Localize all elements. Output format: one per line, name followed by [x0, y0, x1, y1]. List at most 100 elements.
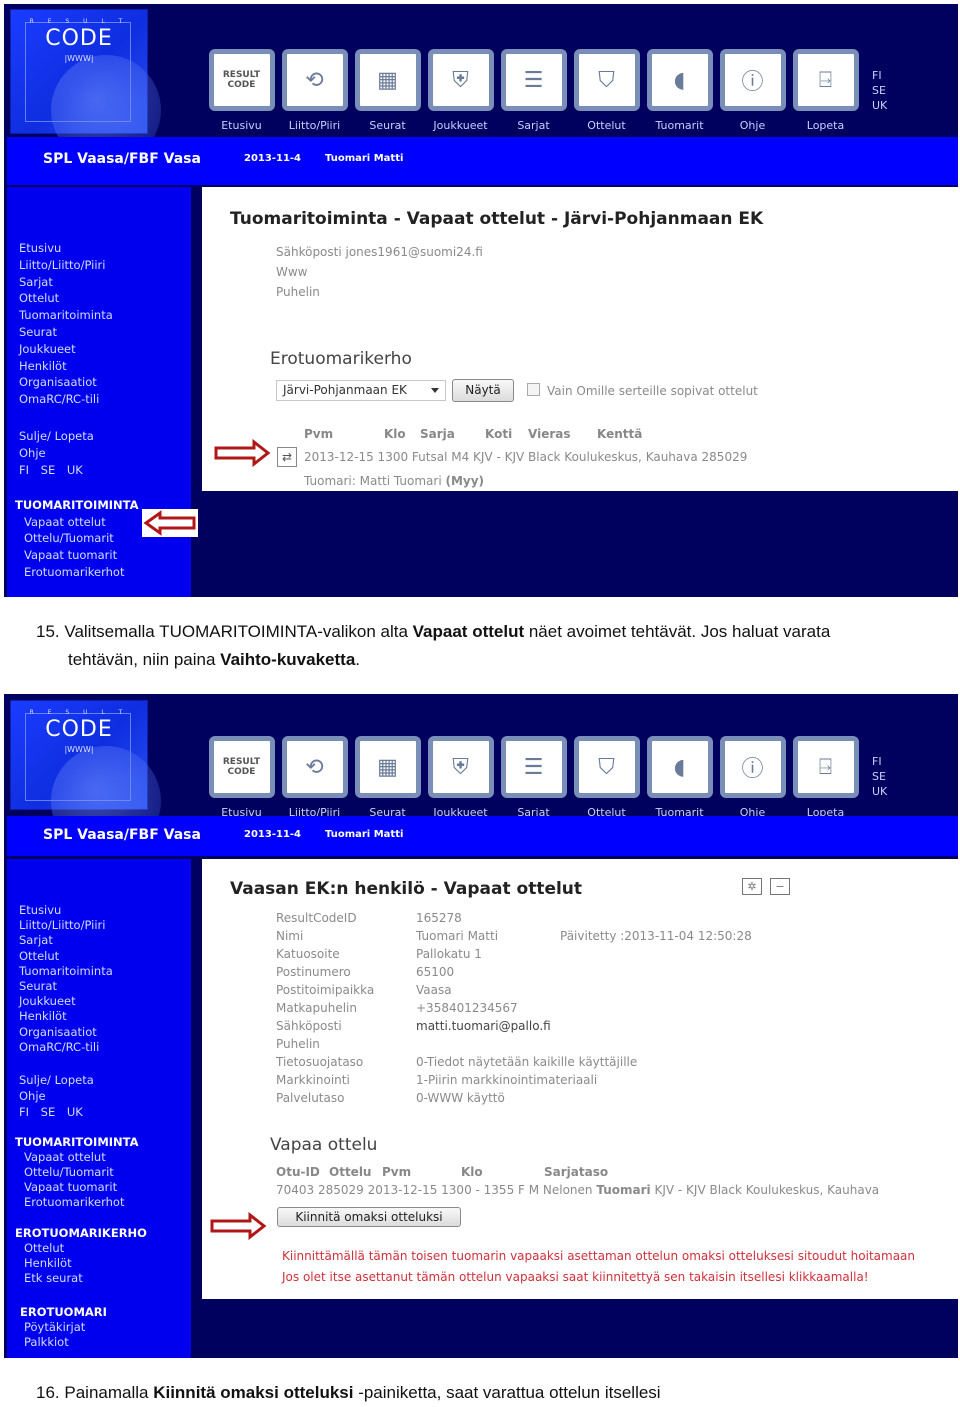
- topnav-joukkueet[interactable]: ⛨ Joukkueet: [424, 49, 497, 132]
- sidebar-item-henkilot[interactable]: Henkilöt: [19, 1009, 191, 1024]
- detail-value: +358401234567: [416, 1001, 518, 1015]
- sidebar-item-etk-seurat[interactable]: Etk seurat: [19, 1271, 191, 1286]
- lang-uk[interactable]: UK: [872, 98, 887, 113]
- free-match-title: Vapaa ottelu: [270, 1135, 378, 1155]
- sidebar-item-joukkueet[interactable]: Joukkueet: [19, 341, 191, 358]
- sidebar-item-tuomaritoiminta[interactable]: Tuomaritoiminta: [19, 964, 191, 979]
- sidebar-item-vapaat-tuomarit[interactable]: Vapaat tuomarit: [19, 547, 191, 564]
- versus-icon: ⛉: [573, 49, 640, 111]
- sidebar-item-seurat[interactable]: Seurat: [19, 324, 191, 341]
- caption-text: tehtävän, niin paina: [68, 650, 221, 669]
- topnav-tuomarit[interactable]: ◖ Tuomarit: [643, 736, 716, 819]
- sidebar-item-sulje[interactable]: Sulje/ Lopeta: [19, 428, 191, 445]
- detail-value[interactable]: matti.tuomari@pallo.fi: [416, 1019, 551, 1033]
- sidebar-item-etusivu[interactable]: Etusivu: [19, 903, 191, 918]
- lang-fi[interactable]: FI: [872, 754, 887, 769]
- whistle-icon: ◖: [646, 49, 713, 111]
- gear-icon[interactable]: ✲: [742, 878, 762, 895]
- lang-fi[interactable]: FI: [872, 68, 887, 83]
- detail-label: Markkinointi: [276, 1073, 350, 1087]
- topnav-label: Tuomarit: [655, 119, 704, 132]
- sidebar-section-title: EROTUOMARIKERHO: [15, 1226, 147, 1241]
- sidebar-item-ohje[interactable]: Ohje: [19, 1089, 191, 1105]
- sidebar-item-organisaatiot[interactable]: Organisaatiot: [19, 1025, 191, 1040]
- sidebar-item-organisaatiot[interactable]: Organisaatiot: [19, 374, 191, 391]
- sidebar-item-palkkiot[interactable]: Palkkiot: [19, 1335, 191, 1350]
- page-title: Vaasan EK:n henkilö - Vapaat ottelut: [230, 879, 583, 899]
- caption-text: -painiketta, saat varattua ottelun itsel…: [353, 1383, 661, 1402]
- sidebar-item-ottelut[interactable]: Ottelut: [19, 290, 191, 307]
- col-vieras: Vieras: [528, 427, 571, 441]
- sidebar-item-seurat[interactable]: Seurat: [19, 979, 191, 994]
- topnav-tuomarit[interactable]: ◖ Tuomarit: [643, 49, 716, 132]
- free-match-row: 70403 285029 2013-12-15 1300 - 1355 F M …: [276, 1183, 879, 1197]
- instruction-step-16: 16. Painamalla Kiinnitä omaksi otteluksi…: [36, 1379, 661, 1407]
- sidebar-item-liitto[interactable]: Liitto/Liitto/Piiri: [19, 257, 191, 274]
- show-button[interactable]: Näytä: [452, 379, 514, 402]
- topnav-ottelut[interactable]: ⛉ Ottelut: [570, 49, 643, 132]
- topnav-lopeta[interactable]: ⍈ Lopeta: [789, 736, 862, 819]
- sidebar-item-henkilot[interactable]: Henkilöt: [19, 358, 191, 375]
- topnav-etusivu[interactable]: RESULT CODE Etusivu: [205, 736, 278, 819]
- detail-label: Puhelin: [276, 1037, 320, 1051]
- sidebar-item-vapaat-tuomarit[interactable]: Vapaat tuomarit: [19, 1180, 191, 1195]
- topnav-sarjat[interactable]: ☰ Sarjat: [497, 49, 570, 132]
- club-select[interactable]: Järvi-Pohjanmaan EK: [276, 380, 446, 401]
- contact-phone: Puhelin: [276, 285, 320, 299]
- header-user: Tuomari Matti: [325, 153, 404, 164]
- topnav-liitto-piiri[interactable]: ⟲ Liitto/Piiri: [278, 736, 351, 819]
- sidebar-languages[interactable]: FI SE UK: [19, 462, 191, 479]
- sidebar-item-etk-henkilot[interactable]: Henkilöt: [19, 1256, 191, 1271]
- own-certs-checkbox[interactable]: [527, 383, 540, 396]
- pointer-arrow-right-icon: [214, 439, 271, 467]
- lang-se[interactable]: SE: [872, 83, 887, 98]
- sidebar-item-liitto[interactable]: Liitto/Liitto/Piiri: [19, 918, 191, 933]
- topnav-sarjat[interactable]: ☰ Sarjat: [497, 736, 570, 819]
- sidebar-languages[interactable]: FI SE UK: [19, 1104, 191, 1121]
- detail-label: Tietosuojataso: [276, 1055, 364, 1069]
- logo-result-text: R E S U L T: [29, 18, 129, 25]
- sidebar-item-erotuomarikerhot[interactable]: Erotuomarikerhot: [19, 564, 191, 581]
- lang-uk[interactable]: UK: [872, 784, 887, 799]
- club-select-value: Järvi-Pohjanmaan EK: [283, 383, 407, 397]
- caption-text: Painamalla: [64, 1383, 154, 1402]
- sidebar-item-etusivu[interactable]: Etusivu: [19, 240, 191, 257]
- topnav-liitto-piiri[interactable]: ⟲ Liitto/Piiri: [278, 49, 351, 132]
- sidebar-item-ottelu-tuomarit[interactable]: Ottelu/Tuomarit: [19, 1165, 191, 1180]
- sidebar-item-poytakirjat[interactable]: Pöytäkirjat: [19, 1320, 191, 1335]
- sidebar-item-sarjat[interactable]: Sarjat: [19, 274, 191, 291]
- detail-value: 0-Tiedot näytetään kaikille käyttäjille: [416, 1055, 638, 1069]
- sidebar-item-joukkueet[interactable]: Joukkueet: [19, 994, 191, 1009]
- detail-label: Nimi: [276, 929, 304, 943]
- topnav-ottelut[interactable]: ⛉ Ottelut: [570, 736, 643, 819]
- topnav-ohje[interactable]: ⓘ Ohje: [716, 736, 789, 819]
- detail-value: 65100: [416, 965, 455, 979]
- language-switcher: FI SE UK: [872, 754, 887, 799]
- resultcode-logo[interactable]: R E S U L T CODE |WWW|: [10, 700, 161, 856]
- sidebar-item-ottelut[interactable]: Ottelut: [19, 949, 191, 964]
- resultcode-logo[interactable]: R E S U L T CODE |WWW|: [10, 9, 161, 165]
- sidebar-item-vapaat-ottelut[interactable]: Vapaat ottelut: [19, 1150, 191, 1165]
- sidebar-item-tuomaritoiminta[interactable]: Tuomaritoiminta: [19, 307, 191, 324]
- updated-timestamp: Päivitetty :2013-11-04 12:50:28: [560, 929, 752, 943]
- sidebar-item-omarc[interactable]: OmaRC/RC-tili: [19, 1040, 191, 1055]
- minimize-icon[interactable]: −: [770, 878, 790, 895]
- claim-match-button[interactable]: Kiinnitä omaksi otteluksi: [277, 1207, 461, 1227]
- sidebar-item-omarc[interactable]: OmaRC/RC-tili: [19, 391, 191, 408]
- topnav-etusivu[interactable]: RESULT CODE Etusivu: [205, 49, 278, 132]
- lang-se[interactable]: SE: [872, 769, 887, 784]
- topnav-joukkueet[interactable]: ⛨ Joukkueet: [424, 736, 497, 819]
- topnav-ohje[interactable]: ⓘ Ohje: [716, 49, 789, 132]
- topnav-seurat[interactable]: ▦ Seurat: [351, 49, 424, 132]
- caption-bold: Vapaat ottelut: [412, 622, 525, 641]
- sidebar-item-sulje[interactable]: Sulje/ Lopeta: [19, 1073, 191, 1089]
- sidebar-item-erotuomarikerhot[interactable]: Erotuomarikerhot: [19, 1195, 191, 1210]
- sidebar-item-etk-ottelut[interactable]: Ottelut: [19, 1241, 191, 1256]
- topnav-seurat[interactable]: ▦ Seurat: [351, 736, 424, 819]
- resultcode-logo-icon: RESULT CODE: [208, 49, 275, 111]
- topnav-lopeta[interactable]: ⍈ Lopeta: [789, 49, 862, 132]
- sidebar-item-sarjat[interactable]: Sarjat: [19, 933, 191, 948]
- col-sarja: Sarja: [420, 427, 455, 441]
- sidebar-item-ohje[interactable]: Ohje: [19, 445, 191, 462]
- swap-icon[interactable]: ⇄: [277, 447, 297, 467]
